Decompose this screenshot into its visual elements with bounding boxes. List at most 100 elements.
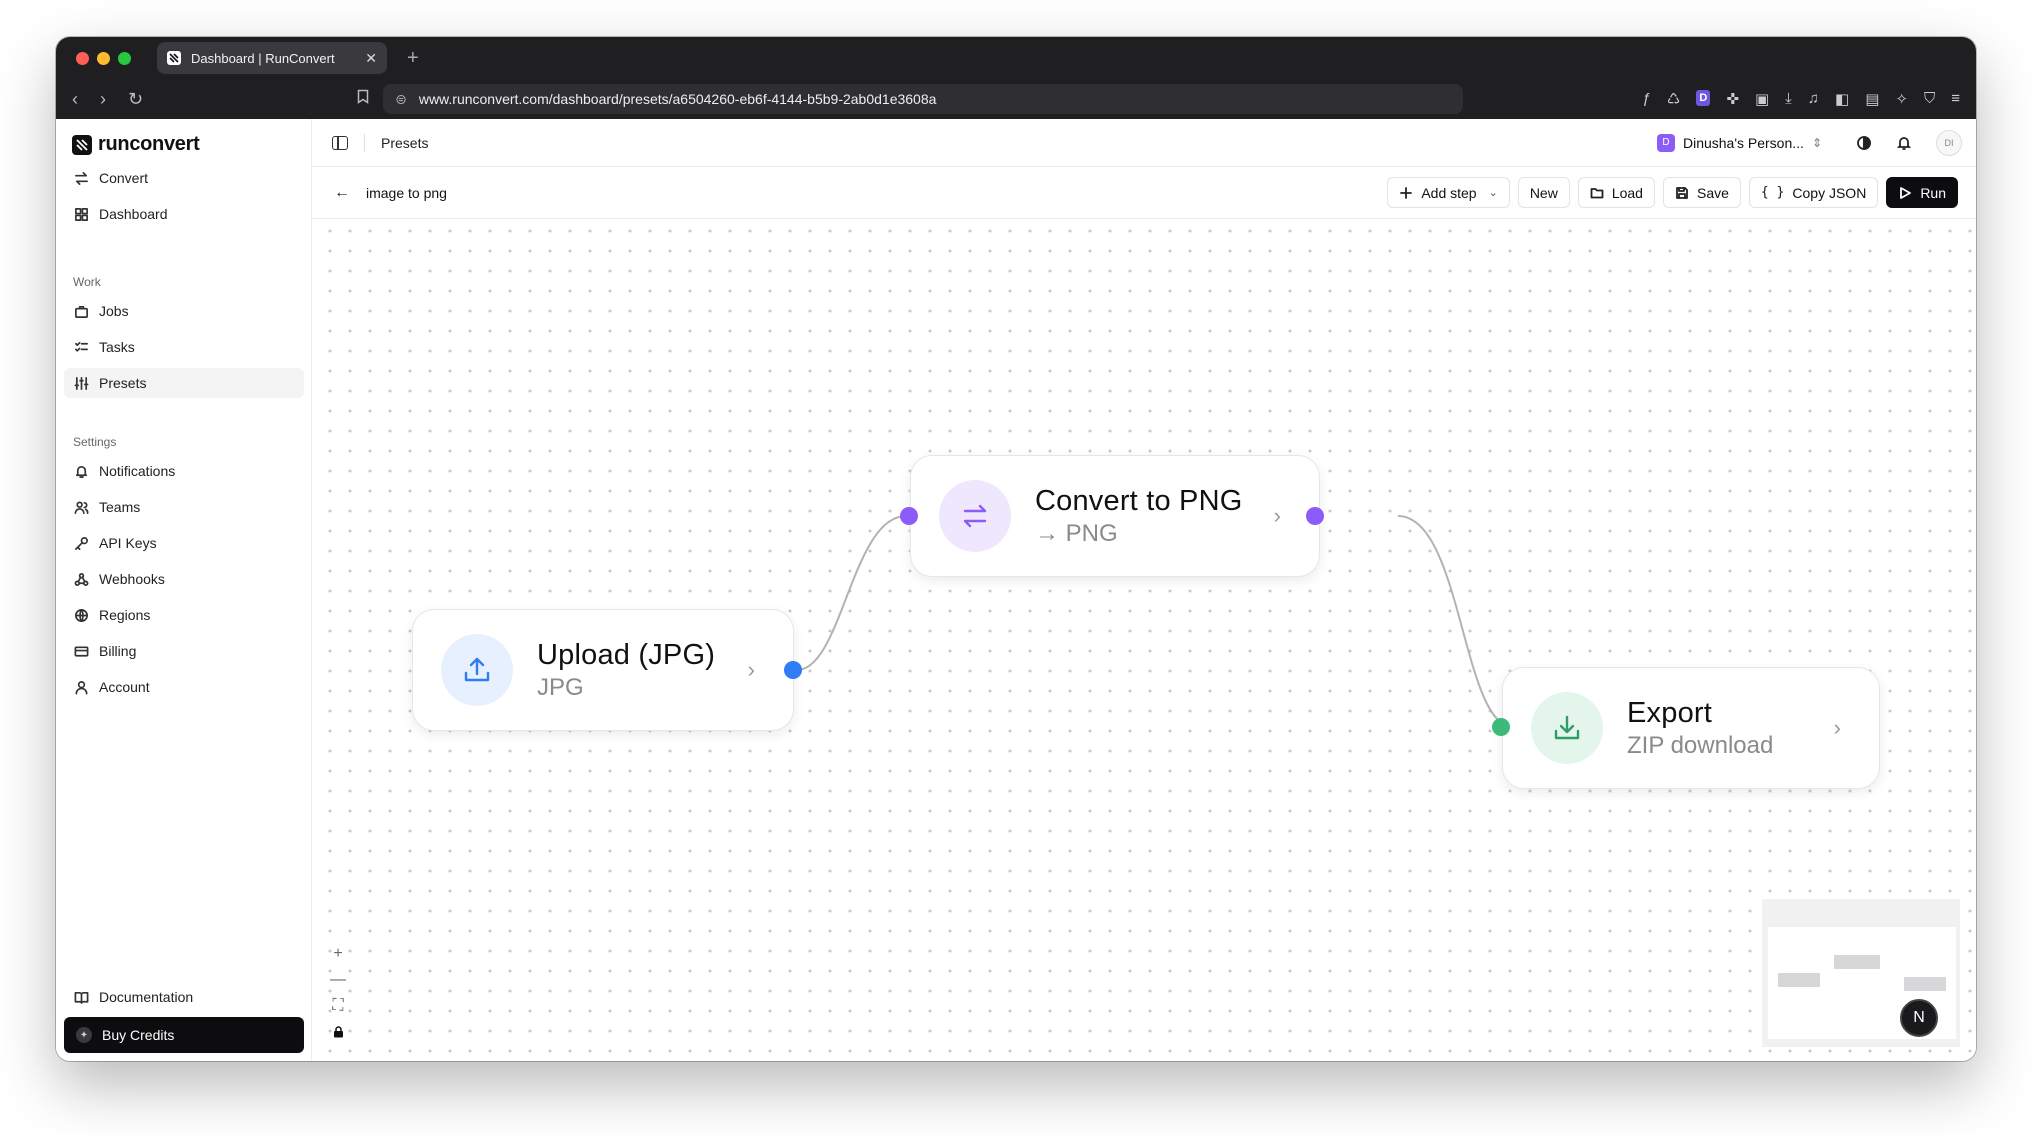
brand[interactable]: runconvert <box>72 133 200 156</box>
sparkle-icon[interactable]: ✧ <box>1895 90 1908 108</box>
brand-name: runconvert <box>98 133 200 155</box>
load-button[interactable]: Load <box>1577 177 1655 208</box>
sidebar-item-notifications[interactable]: Notifications <box>64 456 304 486</box>
copy-json-label: Copy JSON <box>1792 184 1867 201</box>
screenshot-icon[interactable]: ▣ <box>1755 90 1769 108</box>
buy-credits-label: Buy Credits <box>102 1027 175 1043</box>
sidebar-item-label: Dashboard <box>99 206 168 222</box>
back-icon[interactable]: ‹ <box>72 89 78 110</box>
grid-icon <box>75 207 88 221</box>
minimap-node <box>1904 977 1946 991</box>
sidebar-item-presets[interactable]: Presets <box>64 368 304 398</box>
menu-icon[interactable]: ≡ <box>1951 90 1960 108</box>
sidebar-item-convert[interactable]: Convert <box>64 163 304 193</box>
sidebar-item-documentation[interactable]: Documentation <box>64 982 304 1012</box>
sidebar-item-account[interactable]: Account <box>64 672 304 702</box>
maximize-window-button[interactable] <box>118 51 131 65</box>
buy-credits-button[interactable]: ✦ Buy Credits <box>64 1017 304 1053</box>
sidebar-icon[interactable]: ◧ <box>1835 90 1849 108</box>
zoom-controls: + — ⛶ <box>326 943 350 1043</box>
sidebar-item-billing[interactable]: Billing <box>64 636 304 666</box>
avatar[interactable]: DI <box>1936 129 1962 156</box>
braces-icon: { } <box>1760 185 1785 200</box>
wallet-icon[interactable]: ▤ <box>1865 90 1879 108</box>
play-icon <box>1900 186 1912 199</box>
close-tab-icon[interactable]: ✕ <box>365 50 377 67</box>
port-upload-out[interactable] <box>784 661 802 679</box>
sidebar-item-webhooks[interactable]: Webhooks <box>64 564 304 594</box>
minimap-node <box>1834 955 1880 969</box>
sidebar-item-jobs[interactable]: Jobs <box>64 296 304 326</box>
add-step-button[interactable]: Add step ⌄ <box>1387 177 1510 208</box>
workspace-badge: D <box>1656 133 1675 152</box>
copy-json-button[interactable]: { } Copy JSON <box>1748 177 1879 208</box>
save-button[interactable]: Save <box>1662 177 1741 208</box>
sidebar-item-api-keys[interactable]: API Keys <box>64 528 304 558</box>
new-tab-button[interactable]: + <box>407 47 419 70</box>
breadcrumb[interactable]: Presets <box>381 135 428 151</box>
download-icon[interactable]: ⤓ <box>1785 90 1792 108</box>
node-upload[interactable]: Upload (JPG) JPG › <box>412 609 794 731</box>
tab-title: Dashboard | RunConvert <box>191 50 335 66</box>
toggle-sidebar-icon[interactable] <box>332 135 348 150</box>
function-icon[interactable]: ƒ <box>1643 90 1651 108</box>
save-label: Save <box>1696 184 1729 201</box>
node-export[interactable]: Export ZIP download › <box>1502 667 1880 789</box>
extension-icons: ƒ ♺ D ✜ ▣ ⤓ ♫ ◧ ▤ ✧ ⛉ ≡ <box>1643 90 1960 108</box>
main-content: Presets D Dinusha's Person... ⇕ DI ← ima… <box>312 119 1976 1061</box>
assistant-badge[interactable]: N <box>1900 999 1938 1037</box>
port-export-in[interactable] <box>1492 718 1510 736</box>
sidebar-item-teams[interactable]: Teams <box>64 492 304 522</box>
node-title: Upload (JPG) <box>537 638 716 671</box>
minimize-window-button[interactable] <box>97 51 110 65</box>
bell-icon[interactable] <box>1896 135 1912 151</box>
sidebar-item-label: Presets <box>99 375 147 391</box>
bookmark-icon[interactable] <box>357 89 369 109</box>
site-info-icon[interactable]: ⊜ <box>395 91 407 108</box>
workflow-canvas[interactable]: Upload (JPG) JPG › Convert to PNG → PNG <box>312 219 1976 1061</box>
run-label: Run <box>1920 184 1946 201</box>
sidebar-item-regions[interactable]: Regions <box>64 600 304 630</box>
browser-window: Dashboard | RunConvert ✕ + ‹ › ↻ ⊜ www.r… <box>56 37 1976 1061</box>
sidebar-item-dashboard[interactable]: Dashboard <box>64 199 304 229</box>
edge-convert-to-export <box>1397 515 1514 728</box>
users-icon <box>74 501 89 514</box>
forward-icon[interactable]: › <box>100 89 106 110</box>
sidebar-item-label: Documentation <box>99 989 194 1005</box>
workspace-switcher[interactable]: D Dinusha's Person... ⇕ <box>1656 133 1822 152</box>
fit-view-icon[interactable]: ⛶ <box>326 995 350 1017</box>
recycle-icon[interactable]: ♺ <box>1667 90 1680 108</box>
browser-tab[interactable]: Dashboard | RunConvert ✕ <box>157 42 387 74</box>
theme-toggle-icon[interactable] <box>1856 135 1872 151</box>
close-window-button[interactable] <box>76 51 89 65</box>
port-convert-in[interactable] <box>900 507 918 525</box>
zoom-out-button[interactable]: — <box>326 969 350 991</box>
sparkle-icon: ✦ <box>76 1027 92 1043</box>
run-button[interactable]: Run <box>1886 177 1958 208</box>
port-convert-out[interactable] <box>1306 507 1324 525</box>
back-arrow-icon[interactable]: ← <box>334 184 350 202</box>
arrows-swap-icon <box>939 480 1011 552</box>
chevron-down-icon: ⌄ <box>1488 187 1498 199</box>
puzzle-icon[interactable]: ✜ <box>1726 90 1739 108</box>
music-icon[interactable]: ♫ <box>1808 90 1819 108</box>
zoom-in-button[interactable]: + <box>326 943 350 965</box>
download-icon <box>1531 692 1603 764</box>
bell-icon <box>75 465 88 478</box>
minimap-node <box>1778 973 1820 987</box>
address-bar[interactable]: ⊜ www.runconvert.com/dashboard/presets/a… <box>383 84 1464 114</box>
lock-icon[interactable] <box>326 1021 350 1043</box>
new-button[interactable]: New <box>1517 177 1570 208</box>
arrows-swap-icon <box>75 171 88 185</box>
node-subtitle: ZIP download <box>1627 731 1774 759</box>
reload-icon[interactable]: ↻ <box>128 89 143 110</box>
globe-icon <box>75 608 88 622</box>
sidebar-item-label: Regions <box>99 607 151 623</box>
extension-d-icon[interactable]: D <box>1696 90 1711 106</box>
preset-name[interactable]: image to png <box>366 185 447 201</box>
shield-icon[interactable]: ⛉ <box>1924 90 1935 108</box>
node-convert[interactable]: Convert to PNG → PNG › <box>910 455 1320 577</box>
key-icon <box>75 536 88 550</box>
add-step-label: Add step <box>1421 184 1477 201</box>
sidebar-item-tasks[interactable]: Tasks <box>64 332 304 362</box>
